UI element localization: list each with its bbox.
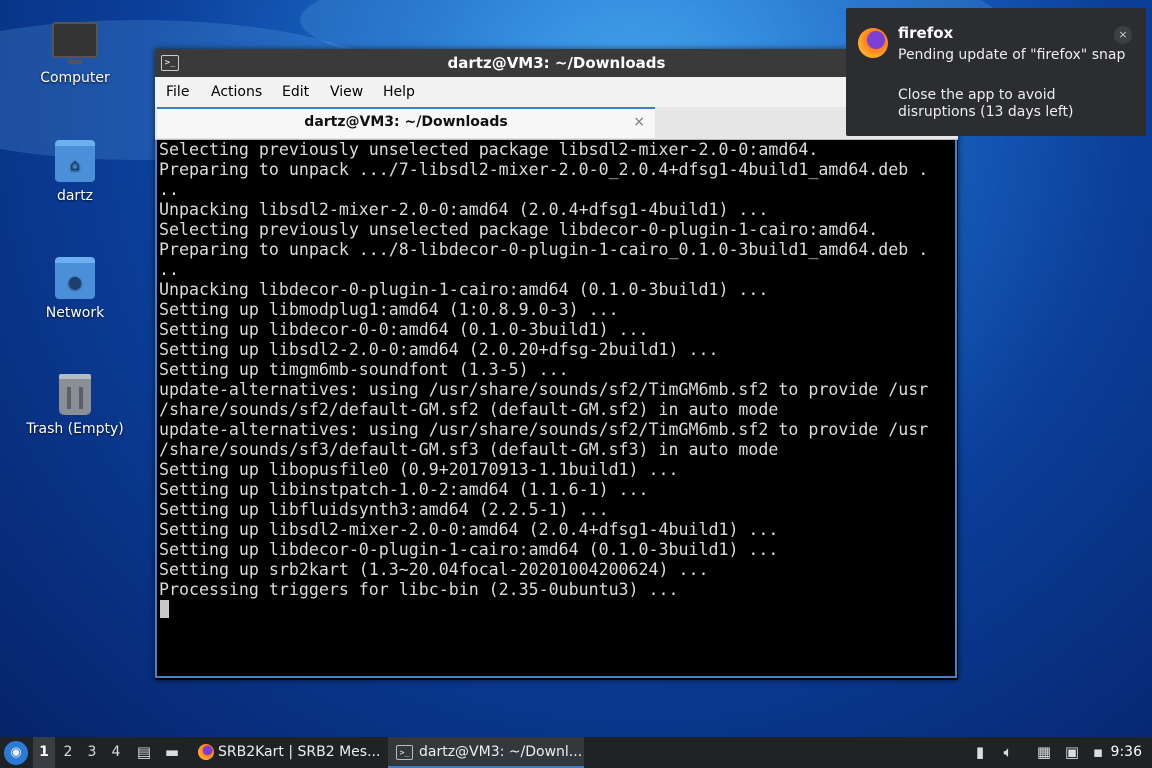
notification-message: Pending update of "firefox" snap xyxy=(898,47,1126,63)
notification-popup[interactable]: firefox × Pending update of "firefox" sn… xyxy=(846,8,1146,136)
computer-icon xyxy=(52,22,98,64)
menu-actions[interactable]: Actions xyxy=(211,84,262,100)
terminal-line: Setting up libmodplug1:amd64 (1:0.8.9.0-… xyxy=(159,300,619,319)
terminal-line: .. xyxy=(159,260,179,279)
terminal-line: Setting up libfluidsynth3:amd64 (2.2.5-1… xyxy=(159,500,609,519)
trash-icon xyxy=(59,374,91,415)
desktop-icon-network[interactable]: ● Network xyxy=(20,257,130,321)
terminal-line: /share/sounds/sf3/default-GM.sf3 (defaul… xyxy=(159,440,779,459)
workspace-3[interactable]: 3 xyxy=(81,737,103,768)
terminal-line: Setting up libsdl2-mixer-2.0-0:amd64 (2.… xyxy=(159,520,779,539)
notifications-icon[interactable]: ▪ xyxy=(1088,737,1108,768)
clock[interactable]: 9:36 xyxy=(1111,737,1142,768)
task-label: SRB2Kart | SRB2 Mes... xyxy=(218,744,381,760)
terminal-line: Unpacking libsdl2-mixer-2.0-0:amd64 (2.0… xyxy=(159,200,769,219)
menu-edit[interactable]: Edit xyxy=(282,84,309,100)
desktop-icon-trash[interactable]: Trash (Empty) xyxy=(20,374,130,437)
firefox-icon xyxy=(858,28,888,58)
network-folder-icon: ● xyxy=(55,257,95,299)
window-title: dartz@VM3: ~/Downloads xyxy=(447,54,666,72)
task-terminal[interactable]: >_ dartz@VM3: ~/Downl... xyxy=(388,737,584,768)
terminal-line: Setting up libsdl2-2.0-0:amd64 (2.0.20+d… xyxy=(159,340,719,359)
notification-message-detail: Close the app to avoid disruptions (13 d… xyxy=(898,87,1074,120)
volume-icon[interactable]: 🔈︎ xyxy=(998,737,1018,768)
terminal-line: Setting up libopusfile0 (0.9+20170913-1.… xyxy=(159,460,679,479)
terminal-line: Setting up libdecor-0-0:amd64 (0.1.0-3bu… xyxy=(159,320,649,339)
clipboard-icon[interactable]: ▦ xyxy=(1034,737,1054,768)
home-folder-icon: ⌂ xyxy=(55,140,95,182)
terminal-line: Selecting previously unselected package … xyxy=(159,220,879,239)
terminal-line: update-alternatives: using /usr/share/so… xyxy=(159,420,929,439)
terminal-line: Setting up libinstpatch-1.0-2:amd64 (1.1… xyxy=(159,480,649,499)
workspace-1[interactable]: 1 xyxy=(33,737,55,768)
menu-bar: File Actions Edit View Help xyxy=(155,77,958,107)
terminal-cursor xyxy=(160,600,169,618)
usb-device-icon[interactable]: ▮ xyxy=(970,737,990,768)
notification-close-icon[interactable]: × xyxy=(1114,26,1132,44)
start-menu-button[interactable]: ◉ xyxy=(4,741,28,765)
tab-close-icon[interactable]: × xyxy=(633,109,645,136)
desktop-icon-label: Trash (Empty) xyxy=(26,421,124,437)
desktop-icon-label: Network xyxy=(45,305,105,321)
notification-app-name: firefox xyxy=(898,24,954,42)
network-status-icon[interactable]: ▣ xyxy=(1062,737,1082,768)
task-label: dartz@VM3: ~/Downl... xyxy=(419,744,583,760)
menu-help[interactable]: Help xyxy=(383,84,415,100)
terminal-output[interactable]: Selecting previously unselected package … xyxy=(155,140,957,678)
terminal-line: Setting up srb2kart (1.3~20.04focal-2020… xyxy=(159,560,709,579)
tab-bar: dartz@VM3: ~/Downloads × xyxy=(155,107,958,140)
terminal-line: Setting up timgm6mb-soundfont (1.3-5) ..… xyxy=(159,360,569,379)
menu-file[interactable]: File xyxy=(166,84,189,100)
workspace-4[interactable]: 4 xyxy=(105,737,127,768)
terminal-window[interactable]: >_ dartz@VM3: ~/Downloads File Actions E… xyxy=(155,49,958,680)
terminal-line: Selecting previously unselected package … xyxy=(159,140,819,159)
window-titlebar[interactable]: >_ dartz@VM3: ~/Downloads xyxy=(155,49,958,77)
terminal-line: update-alternatives: using /usr/share/so… xyxy=(159,380,929,399)
workspace-2[interactable]: 2 xyxy=(57,737,79,768)
desktop-icon-label: dartz xyxy=(56,188,94,204)
tab-title: dartz@VM3: ~/Downloads xyxy=(304,114,508,130)
file-manager-icon[interactable]: ▤ xyxy=(134,737,154,768)
menu-view[interactable]: View xyxy=(330,84,363,100)
terminal-line: Preparing to unpack .../8-libdecor-0-plu… xyxy=(159,240,929,259)
terminal-line: Processing triggers for libc-bin (2.35-0… xyxy=(159,580,679,599)
task-srb2kart-browser[interactable]: SRB2Kart | SRB2 Mes... xyxy=(190,737,396,768)
terminal-tab[interactable]: dartz@VM3: ~/Downloads × xyxy=(157,107,655,138)
terminal-line: Unpacking libdecor-0-plugin-1-cairo:amd6… xyxy=(159,280,769,299)
desktop-icon-home[interactable]: ⌂ dartz xyxy=(20,140,130,204)
firefox-icon xyxy=(198,744,214,760)
show-desktop-icon[interactable]: ▬ xyxy=(162,737,182,768)
desktop-icon-computer[interactable]: Computer xyxy=(20,22,130,86)
terminal-line: .. xyxy=(159,180,179,199)
taskbar: ◉ 1 2 3 4 ▤ ▬ SRB2Kart | SRB2 Mes... >_ d… xyxy=(0,737,1152,768)
desktop-background: Computer ⌂ dartz ● Network Trash (Empty)… xyxy=(0,0,1152,737)
terminal-line: /share/sounds/sf2/default-GM.sf2 (defaul… xyxy=(159,400,779,419)
terminal-line: Setting up libdecor-0-plugin-1-cairo:amd… xyxy=(159,540,779,559)
desktop-icon-label: Computer xyxy=(40,70,110,86)
terminal-line: Preparing to unpack .../7-libsdl2-mixer-… xyxy=(159,160,929,179)
terminal-icon: >_ xyxy=(396,744,413,760)
